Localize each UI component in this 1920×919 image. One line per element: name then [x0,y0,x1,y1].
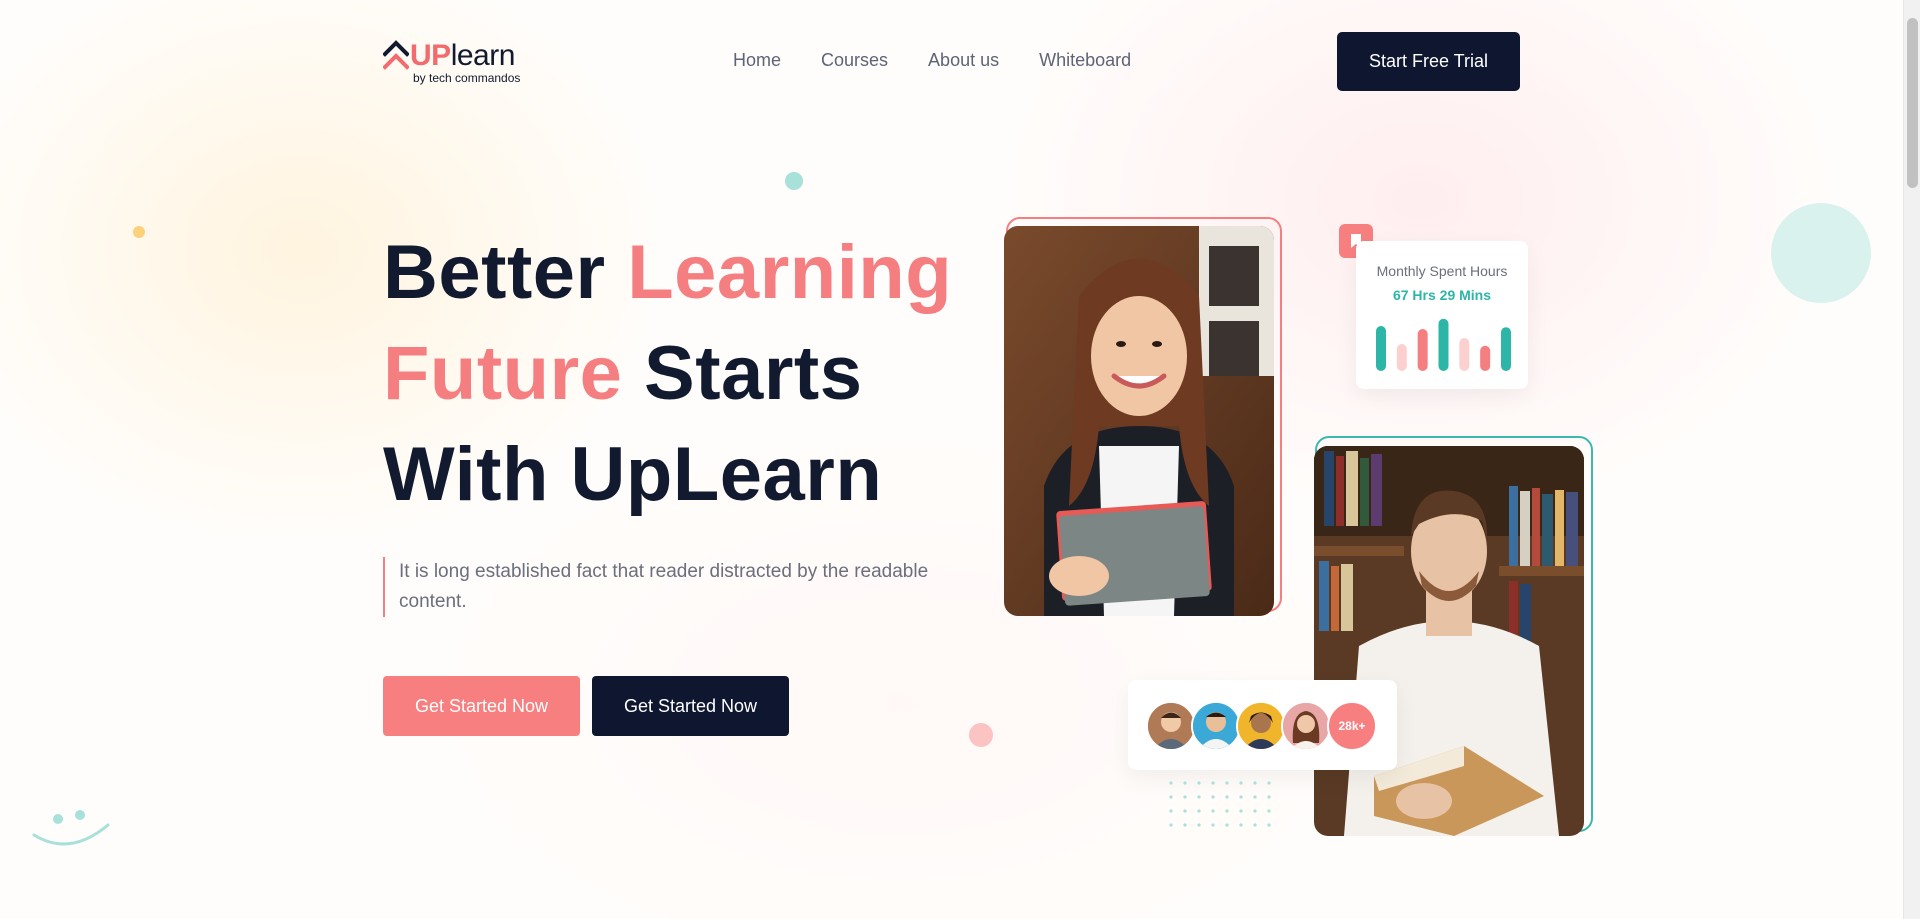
nav-courses[interactable]: Courses [821,50,888,71]
student-man-illustration [1314,446,1584,836]
student-photo-man [1314,446,1584,836]
logo-up: UP [410,39,451,72]
decor-dot-grid [1169,781,1271,827]
scrollbar-thumb[interactable] [1907,18,1918,188]
decor-dot [1267,809,1271,813]
headline-accent1: Learning [627,230,953,315]
logo-byline: by tech commandos [413,71,521,85]
headline-part1: Better [383,230,628,315]
hours-bar [1459,338,1470,371]
hero-headline: Better Learning Future Starts With UpLea… [383,222,1003,525]
students-card: 28k+ [1128,680,1397,770]
decor-dot [1267,823,1271,827]
page-scrollbar[interactable] [1903,0,1920,919]
decor-dot [1211,795,1215,799]
decor-dot [1225,781,1229,785]
decor-dot [1183,781,1187,785]
get-started-primary-button[interactable]: Get Started Now [383,676,580,736]
decor-dot [1239,823,1243,827]
decor-dot [1239,795,1243,799]
decor-dot [1267,795,1271,799]
decor-dot [1211,781,1215,785]
students-count-badge: 28k+ [1327,701,1377,751]
decor-dot [1239,809,1243,813]
monthly-hours-card: Monthly Spent Hours 67 Hrs 29 Mins [1356,241,1528,389]
start-free-trial-button[interactable]: Start Free Trial [1337,32,1520,91]
headline-line-3: With UpLearn [383,432,883,517]
student-woman-illustration [1004,226,1274,616]
decor-dot [1197,795,1201,799]
decor-dot [1267,781,1271,785]
decor-dot [1169,781,1173,785]
decor-dot [1169,809,1173,813]
get-started-secondary-button[interactable]: Get Started Now [592,676,789,736]
decor-dot-teal [785,172,803,190]
avatar-icon [1193,703,1239,749]
decor-dot [1183,809,1187,813]
monthly-hours-label: Monthly Spent Hours [1376,263,1508,279]
decor-dot [1225,795,1229,799]
student-avatar-1 [1146,701,1196,751]
decor-dot [1225,823,1229,827]
decor-dot [1239,781,1243,785]
decor-dot [1169,795,1173,799]
hours-bar-chart [1376,318,1511,371]
decor-dot [1253,781,1257,785]
arrow-up-icon [383,40,409,70]
hours-bar [1417,329,1428,371]
hours-bar [1438,318,1449,371]
hero-tagline: It is long established fact that reader … [383,557,973,617]
decor-dot-pink [969,723,993,747]
hours-bar [1396,344,1407,371]
student-photo-woman [1004,226,1274,616]
headline-line-2: Future Starts [383,323,1003,424]
decor-dot [1169,823,1173,827]
decor-circle-teal [1771,203,1871,303]
hours-bar [1376,326,1386,371]
headline-part2: Starts [622,331,863,416]
decor-dot [1197,823,1201,827]
hours-bar [1501,327,1511,371]
avatar-icon [1238,703,1284,749]
hours-bar [1480,345,1491,371]
nav-whiteboard[interactable]: Whiteboard [1039,50,1131,71]
nav-about-us[interactable]: About us [928,50,999,71]
student-avatar-2 [1191,701,1241,751]
decor-dot [1197,781,1201,785]
decor-dot [1183,823,1187,827]
decor-dot [1253,809,1257,813]
decor-dot-yellow [133,226,145,238]
decor-dot [1183,795,1187,799]
nav-home[interactable]: Home [733,50,781,71]
avatar-icon [1283,703,1329,749]
headline-accent2: Future [383,331,623,416]
logo-wordmark: UPlearn [410,40,515,72]
headline-line-1: Better Learning [383,222,1003,323]
decor-dot [1253,795,1257,799]
brand-logo[interactable]: UPlearn by tech commandos [383,38,533,88]
avatar-icon [1148,703,1194,749]
logo-learn: learn [450,39,516,72]
smile-icon [32,810,110,846]
decor-dot [1253,823,1257,827]
main-nav: Home Courses About us Whiteboard [733,50,1131,71]
monthly-hours-value: 67 Hrs 29 Mins [1392,287,1492,303]
decor-dot [1197,809,1201,813]
decor-dot [1225,809,1229,813]
student-avatar-3 [1236,701,1286,751]
decor-dot [1211,823,1215,827]
student-avatar-4 [1281,701,1331,751]
decor-dot [1211,809,1215,813]
